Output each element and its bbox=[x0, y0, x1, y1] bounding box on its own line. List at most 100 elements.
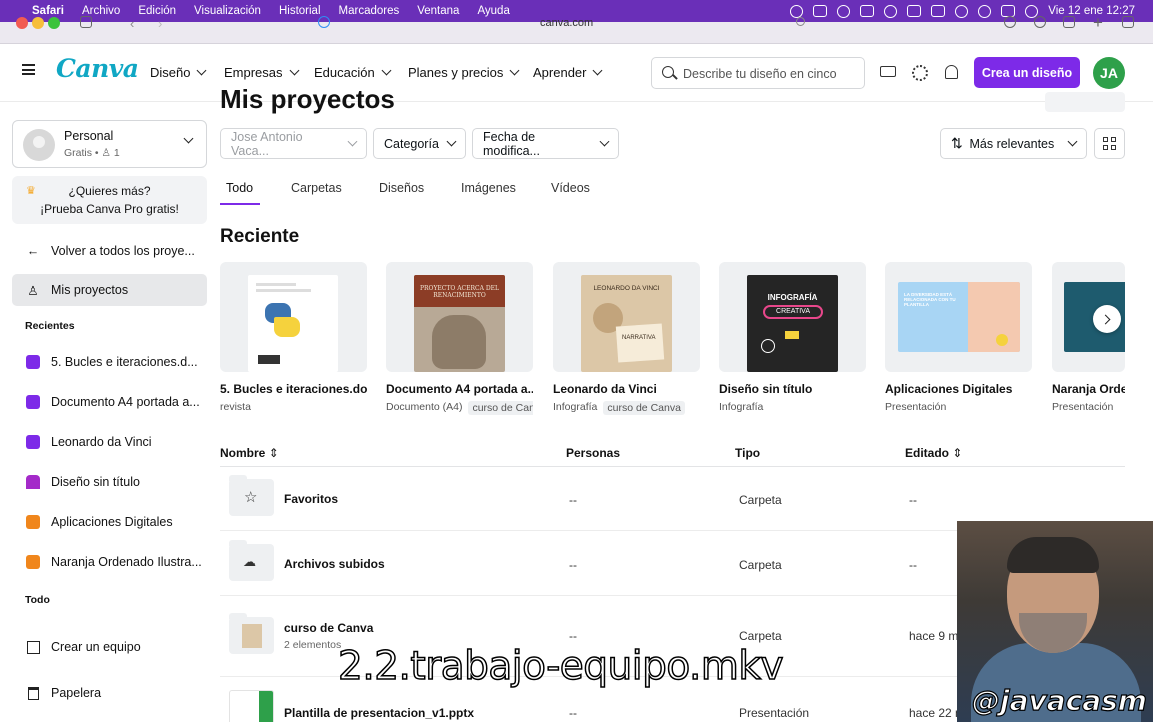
menu-ventana[interactable]: Ventana bbox=[417, 5, 459, 17]
extension2-icon[interactable] bbox=[1034, 16, 1046, 28]
battery-icon[interactable] bbox=[931, 5, 946, 17]
recent-item-2[interactable]: Leonardo da Vinci bbox=[12, 426, 207, 458]
zoom-window-button[interactable] bbox=[48, 17, 60, 29]
design-card[interactable]: INFOGRAFÍA CREATIVA Diseño sin título In… bbox=[719, 262, 866, 413]
desktop-app-icon[interactable] bbox=[880, 66, 896, 77]
recent-item-3[interactable]: Diseño sin título bbox=[12, 466, 207, 498]
menu-marcadores[interactable]: Marcadores bbox=[339, 5, 400, 17]
owner-filter[interactable]: Jose Antonio Vaca... bbox=[220, 128, 367, 159]
recent-item-label: Aplicaciones Digitales bbox=[51, 515, 173, 529]
siri-icon[interactable] bbox=[1025, 4, 1039, 18]
nav-empresas[interactable]: Empresas bbox=[224, 65, 299, 80]
leonardo-text: LEONARDO DA VINCI bbox=[593, 285, 660, 292]
dropbox-icon[interactable] bbox=[813, 5, 828, 17]
search-input[interactable]: Describe tu diseño en cinco bbox=[651, 57, 865, 89]
new-tab-icon[interactable]: + bbox=[1093, 13, 1103, 33]
spotlight-icon[interactable] bbox=[978, 4, 992, 18]
forward-icon[interactable]: › bbox=[158, 16, 162, 31]
create-team-label: Crear un equipo bbox=[51, 640, 141, 654]
menu-app[interactable]: Safari bbox=[32, 5, 64, 17]
design-card[interactable]: Naranja Orde Presentación bbox=[1052, 262, 1125, 413]
recent-item-0[interactable]: 5. Bucles e iteraciones.d... bbox=[12, 346, 207, 378]
sidebar-toggle-icon[interactable] bbox=[80, 16, 92, 28]
menu-historial[interactable]: Historial bbox=[279, 5, 321, 17]
date-filter[interactable]: Fecha de modifica... bbox=[472, 128, 619, 159]
portrait-sketch bbox=[432, 315, 486, 369]
nav-empresas-label: Empresas bbox=[224, 65, 283, 80]
chevron-down-icon bbox=[446, 136, 457, 147]
trash-button[interactable]: Papelera bbox=[12, 677, 207, 709]
share-icon[interactable] bbox=[1063, 16, 1075, 28]
row-people: -- bbox=[569, 706, 577, 720]
menu-icon[interactable] bbox=[22, 64, 35, 75]
sort-dropdown[interactable]: ⇅ Más relevantes bbox=[940, 128, 1087, 159]
create-design-button[interactable]: Crea un diseño bbox=[974, 57, 1080, 88]
minimize-window-button[interactable] bbox=[32, 17, 44, 29]
narrativa-text: NARRATIVA bbox=[622, 335, 656, 341]
menu-ayuda[interactable]: Ayuda bbox=[477, 5, 509, 17]
tab-overview-icon[interactable] bbox=[1122, 16, 1134, 28]
account-plan-label: Gratis bbox=[64, 147, 93, 159]
nav-diseno[interactable]: Diseño bbox=[150, 65, 207, 80]
nav-planes[interactable]: Planes y precios bbox=[408, 65, 520, 80]
gear-icon[interactable] bbox=[912, 65, 928, 81]
tab-todo[interactable]: Todo bbox=[226, 181, 253, 195]
reload-icon[interactable] bbox=[796, 17, 805, 26]
status-sync-icon[interactable] bbox=[837, 4, 851, 18]
close-window-button[interactable] bbox=[16, 17, 28, 29]
design-card[interactable]: 5. Bucles e iteraciones.do... revista bbox=[220, 262, 367, 413]
back-label: Volver a todos los proye... bbox=[51, 244, 195, 258]
grid-view-button[interactable] bbox=[1094, 128, 1125, 159]
folder-icon bbox=[229, 613, 274, 654]
card-thumbnail: LA DIVERSIDAD ESTÁ RELACIONADA CON TU PL… bbox=[885, 262, 1032, 372]
carousel-next-button[interactable] bbox=[1093, 305, 1121, 333]
back-to-projects[interactable]: ← Volver a todos los proye... bbox=[12, 235, 207, 267]
active-tab-indicator bbox=[220, 203, 260, 205]
status-app-icon[interactable] bbox=[790, 4, 804, 18]
pro-promo[interactable]: ♛ ¿Quieres más? ¡Prueba Canva Pro gratis… bbox=[12, 176, 207, 224]
recent-item-1[interactable]: Documento A4 portada a... bbox=[12, 386, 207, 418]
bluetooth-icon[interactable] bbox=[884, 4, 898, 18]
bell-icon[interactable] bbox=[945, 65, 958, 79]
tab-imagenes[interactable]: Imágenes bbox=[461, 181, 516, 195]
canva-logo[interactable]: Canva bbox=[56, 54, 139, 83]
nav-educacion[interactable]: Educación bbox=[314, 65, 392, 80]
top-action-button[interactable] bbox=[1045, 92, 1125, 112]
clock[interactable]: Vie 12 ene 12:27 bbox=[1048, 5, 1135, 17]
category-filter[interactable]: Categoría bbox=[373, 128, 466, 159]
tab-videos[interactable]: Vídeos bbox=[551, 181, 590, 195]
wifi-icon[interactable] bbox=[955, 4, 969, 18]
chevron-down-icon bbox=[183, 133, 194, 144]
keyboard-icon[interactable] bbox=[907, 5, 922, 17]
date-filter-label: Fecha de modifica... bbox=[483, 129, 540, 158]
design-card[interactable]: LEONARDO DA VINCI NARRATIVA Leonardo da … bbox=[553, 262, 700, 415]
card-type: Presentación bbox=[1052, 401, 1114, 413]
nav-aprender[interactable]: Aprender bbox=[533, 65, 603, 80]
sidebar-item-my-projects[interactable]: ♙ Mis proyectos bbox=[12, 274, 207, 306]
folder-icon: ☁ bbox=[229, 540, 274, 581]
tab-carpetas[interactable]: Carpetas bbox=[291, 181, 342, 195]
recent-item-4[interactable]: Aplicaciones Digitales bbox=[12, 506, 207, 538]
volume-icon[interactable] bbox=[860, 5, 875, 17]
tab-disenos[interactable]: Diseños bbox=[379, 181, 424, 195]
chevron-down-icon bbox=[509, 65, 520, 76]
sort-icon: ⇅ bbox=[951, 135, 963, 151]
card-title: Aplicaciones Digitales bbox=[885, 382, 1013, 396]
extension-icon[interactable] bbox=[1004, 16, 1016, 28]
design-card[interactable]: LA DIVERSIDAD ESTÁ RELACIONADA CON TU PL… bbox=[885, 262, 1032, 413]
column-name[interactable]: Nombre ⇕ bbox=[220, 446, 279, 460]
people-photo bbox=[968, 282, 1020, 352]
avatar[interactable]: JA bbox=[1093, 57, 1125, 89]
address-bar[interactable]: canva.com bbox=[540, 17, 593, 29]
menu-visualizacion[interactable]: Visualización bbox=[194, 5, 261, 17]
card-thumbnail: INFOGRAFÍA CREATIVA bbox=[719, 262, 866, 372]
account-switcher[interactable]: Personal Gratis • ♙ 1 bbox=[12, 120, 207, 168]
create-team-button[interactable]: Crear un equipo bbox=[12, 631, 207, 663]
recent-item-5[interactable]: Naranja Ordenado Ilustra... bbox=[12, 546, 207, 578]
design-card[interactable]: PROYECTO ACERCA DEL RENACIMIENTO Documen… bbox=[386, 262, 533, 415]
my-projects-label: Mis proyectos bbox=[51, 283, 129, 297]
page-title: Mis proyectos bbox=[220, 84, 395, 114]
column-edited[interactable]: Editado ⇕ bbox=[905, 446, 962, 460]
back-icon[interactable]: ‹ bbox=[130, 16, 134, 31]
presenter-hair bbox=[1007, 537, 1099, 573]
